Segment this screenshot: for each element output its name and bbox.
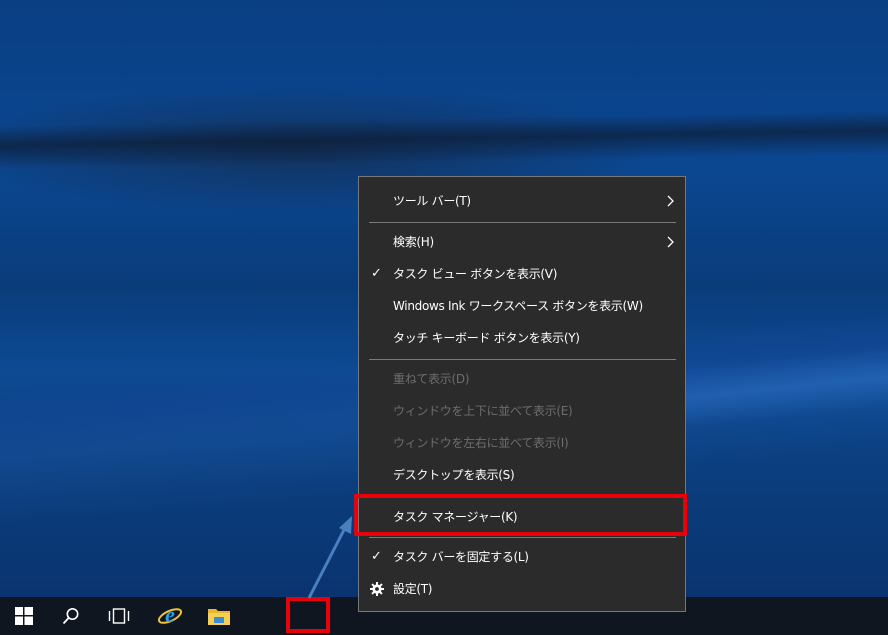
menu-item-side-by-side: ウィンドウを左右に並べて表示(I) [359, 427, 685, 459]
checkmark-icon: ✓ [371, 266, 382, 281]
wallpaper-light-beam [0, 109, 888, 171]
task-manager-highlight-box [354, 494, 687, 536]
menu-item-label: ウィンドウを左右に並べて表示(I) [393, 436, 569, 450]
menu-item-show-desktop[interactable]: デスクトップを表示(S) [359, 459, 685, 491]
svg-text:e: e [165, 603, 175, 627]
annotation-arrow-icon [307, 516, 352, 599]
menu-item-lock-taskbar[interactable]: ✓ タスク バーを固定する(L) [359, 541, 685, 573]
menu-item-label: タスク バーを固定する(L) [393, 550, 529, 564]
menu-item-label: タッチ キーボード ボタンを表示(Y) [393, 331, 580, 345]
menu-item-label: 検索(H) [393, 235, 434, 249]
menu-item-label: ツール バー(T) [393, 194, 471, 208]
menu-item-label: Windows Ink ワークスペース ボタンを表示(W) [393, 299, 643, 313]
menu-item-settings[interactable]: 設定(T) [359, 573, 685, 605]
menu-item-cascade: 重ねて表示(D) [359, 363, 685, 395]
checkmark-icon: ✓ [371, 549, 382, 564]
chevron-right-icon [667, 236, 675, 251]
taskbar-context-menu: ツール バー(T) 検索(H) ✓ タスク ビュー ボタンを表示(V) Wind… [358, 176, 686, 612]
menu-item-stacked: ウィンドウを上下に並べて表示(E) [359, 395, 685, 427]
menu-item-label: 設定(T) [393, 582, 433, 596]
menu-item-label: タスク ビュー ボタンを表示(V) [393, 267, 558, 281]
menu-separator [369, 537, 676, 538]
task-view-icon[interactable] [95, 597, 143, 635]
menu-item-label: ウィンドウを上下に並べて表示(E) [393, 404, 573, 418]
menu-item-search[interactable]: 検索(H) [359, 226, 685, 258]
menu-item-show-touch-keyboard[interactable]: タッチ キーボード ボタンを表示(Y) [359, 322, 685, 354]
chevron-right-icon [667, 195, 675, 210]
menu-item-toolbar[interactable]: ツール バー(T) [359, 185, 685, 217]
menu-item-label: デスクトップを表示(S) [393, 468, 515, 482]
menu-separator [369, 359, 676, 360]
file-explorer-icon[interactable] [195, 597, 243, 635]
windows-start-icon[interactable] [0, 597, 48, 635]
search-icon[interactable] [47, 597, 95, 635]
menu-item-label: 重ねて表示(D) [393, 372, 470, 386]
menu-item-show-windows-ink[interactable]: Windows Ink ワークスペース ボタンを表示(W) [359, 290, 685, 322]
taskbar-click-highlight-box [286, 597, 330, 633]
menu-item-show-task-view[interactable]: ✓ タスク ビュー ボタンを表示(V) [359, 258, 685, 290]
gear-icon [370, 582, 384, 599]
menu-separator [369, 222, 676, 223]
internet-explorer-icon[interactable]: e [146, 597, 194, 635]
